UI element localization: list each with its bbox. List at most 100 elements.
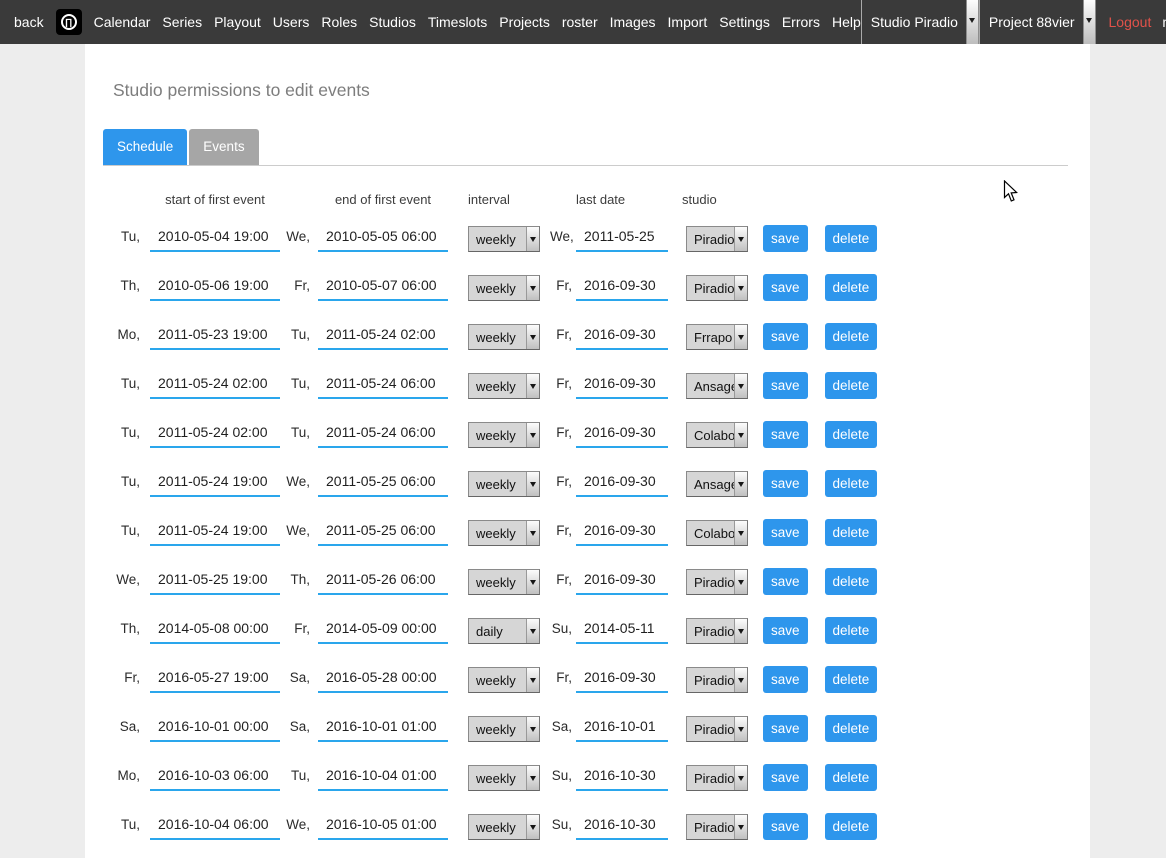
interval-select[interactable]: daily bbox=[468, 618, 540, 644]
delete-button[interactable]: delete bbox=[825, 568, 878, 595]
delete-button[interactable]: delete bbox=[825, 225, 878, 252]
save-button[interactable]: save bbox=[763, 421, 808, 448]
piradio-logo-icon[interactable]: ∏ bbox=[56, 9, 82, 35]
chevron-down-icon[interactable] bbox=[734, 815, 747, 839]
studio-select[interactable]: Piradio bbox=[686, 569, 748, 595]
chevron-down-icon[interactable] bbox=[734, 325, 747, 349]
end-datetime-input[interactable] bbox=[318, 226, 448, 252]
studio-select[interactable]: Piradio bbox=[686, 667, 748, 693]
last-date-input[interactable] bbox=[576, 422, 668, 448]
save-button[interactable]: save bbox=[763, 568, 808, 595]
chevron-down-icon[interactable] bbox=[526, 619, 539, 643]
interval-select[interactable]: weekly bbox=[468, 716, 540, 742]
last-date-input[interactable] bbox=[576, 226, 668, 252]
chevron-down-icon[interactable] bbox=[526, 717, 539, 741]
delete-button[interactable]: delete bbox=[825, 274, 878, 301]
end-datetime-input[interactable] bbox=[318, 765, 448, 791]
start-datetime-input[interactable] bbox=[150, 569, 280, 595]
studio-select[interactable]: Piradio bbox=[686, 765, 748, 791]
start-datetime-input[interactable] bbox=[150, 226, 280, 252]
nav-item-import[interactable]: Import bbox=[668, 14, 708, 30]
start-datetime-input[interactable] bbox=[150, 275, 280, 301]
chevron-down-icon[interactable] bbox=[734, 423, 747, 447]
chevron-down-icon[interactable] bbox=[734, 227, 747, 251]
nav-item-playout[interactable]: Playout bbox=[214, 14, 261, 30]
last-date-input[interactable] bbox=[576, 520, 668, 546]
delete-button[interactable]: delete bbox=[825, 764, 878, 791]
studio-select[interactable]: Ansage bbox=[686, 373, 748, 399]
chevron-down-icon[interactable] bbox=[734, 717, 747, 741]
chevron-down-icon[interactable] bbox=[734, 668, 747, 692]
studio-select[interactable]: Piradio bbox=[686, 618, 748, 644]
last-date-input[interactable] bbox=[576, 275, 668, 301]
end-datetime-input[interactable] bbox=[318, 422, 448, 448]
studio-select[interactable]: Colabo bbox=[686, 422, 748, 448]
studio-select[interactable]: Ansage bbox=[686, 471, 748, 497]
delete-button[interactable]: delete bbox=[825, 470, 878, 497]
interval-select[interactable]: weekly bbox=[468, 569, 540, 595]
chevron-down-icon[interactable] bbox=[734, 570, 747, 594]
nav-item-roles[interactable]: Roles bbox=[321, 14, 357, 30]
interval-select[interactable]: weekly bbox=[468, 226, 540, 252]
save-button[interactable]: save bbox=[763, 372, 808, 399]
chevron-down-icon[interactable] bbox=[734, 521, 747, 545]
start-datetime-input[interactable] bbox=[150, 618, 280, 644]
chevron-down-icon[interactable] bbox=[734, 472, 747, 496]
nav-item-projects[interactable]: Projects bbox=[499, 14, 550, 30]
interval-select[interactable]: weekly bbox=[468, 814, 540, 840]
interval-select[interactable]: weekly bbox=[468, 667, 540, 693]
studio-select[interactable]: Piradio bbox=[686, 814, 748, 840]
nav-item-users[interactable]: Users bbox=[273, 14, 310, 30]
start-datetime-input[interactable] bbox=[150, 373, 280, 399]
nav-item-errors[interactable]: Errors bbox=[782, 14, 820, 30]
nav-item-help[interactable]: Help bbox=[832, 14, 861, 30]
chevron-down-icon[interactable] bbox=[526, 325, 539, 349]
nav-item-roster[interactable]: roster bbox=[562, 14, 598, 30]
save-button[interactable]: save bbox=[763, 715, 808, 742]
studio-select[interactable]: Frrapo bbox=[686, 324, 748, 350]
chevron-down-icon[interactable] bbox=[526, 815, 539, 839]
chevron-down-icon[interactable] bbox=[1083, 0, 1096, 44]
chevron-down-icon[interactable] bbox=[526, 766, 539, 790]
last-date-input[interactable] bbox=[576, 471, 668, 497]
nav-item-series[interactable]: Series bbox=[162, 14, 202, 30]
start-datetime-input[interactable] bbox=[150, 716, 280, 742]
interval-select[interactable]: weekly bbox=[468, 471, 540, 497]
end-datetime-input[interactable] bbox=[318, 520, 448, 546]
save-button[interactable]: save bbox=[763, 813, 808, 840]
delete-button[interactable]: delete bbox=[825, 666, 878, 693]
delete-button[interactable]: delete bbox=[825, 519, 878, 546]
last-date-input[interactable] bbox=[576, 618, 668, 644]
chevron-down-icon[interactable] bbox=[734, 276, 747, 300]
chevron-down-icon[interactable] bbox=[734, 374, 747, 398]
save-button[interactable]: save bbox=[763, 519, 808, 546]
last-date-input[interactable] bbox=[576, 569, 668, 595]
chevron-down-icon[interactable] bbox=[966, 0, 979, 44]
back-link[interactable]: back bbox=[14, 14, 44, 30]
logout-link[interactable]: Logout bbox=[1096, 0, 1163, 44]
chevron-down-icon[interactable] bbox=[734, 619, 747, 643]
save-button[interactable]: save bbox=[763, 764, 808, 791]
start-datetime-input[interactable] bbox=[150, 667, 280, 693]
tab-schedule[interactable]: Schedule bbox=[103, 129, 187, 165]
save-button[interactable]: save bbox=[763, 470, 808, 497]
interval-select[interactable]: weekly bbox=[468, 765, 540, 791]
delete-button[interactable]: delete bbox=[825, 715, 878, 742]
last-date-input[interactable] bbox=[576, 667, 668, 693]
start-datetime-input[interactable] bbox=[150, 324, 280, 350]
nav-item-images[interactable]: Images bbox=[610, 14, 656, 30]
end-datetime-input[interactable] bbox=[318, 667, 448, 693]
delete-button[interactable]: delete bbox=[825, 813, 878, 840]
end-datetime-input[interactable] bbox=[318, 373, 448, 399]
studio-select[interactable]: Piradio bbox=[686, 716, 748, 742]
tab-events[interactable]: Events bbox=[189, 129, 258, 165]
delete-button[interactable]: delete bbox=[825, 323, 878, 350]
chevron-down-icon[interactable] bbox=[526, 472, 539, 496]
start-datetime-input[interactable] bbox=[150, 814, 280, 840]
nav-item-studios[interactable]: Studios bbox=[369, 14, 416, 30]
chevron-down-icon[interactable] bbox=[526, 570, 539, 594]
last-date-input[interactable] bbox=[576, 716, 668, 742]
save-button[interactable]: save bbox=[763, 274, 808, 301]
studio-select[interactable]: Studio Piradio bbox=[861, 0, 979, 44]
save-button[interactable]: save bbox=[763, 323, 808, 350]
